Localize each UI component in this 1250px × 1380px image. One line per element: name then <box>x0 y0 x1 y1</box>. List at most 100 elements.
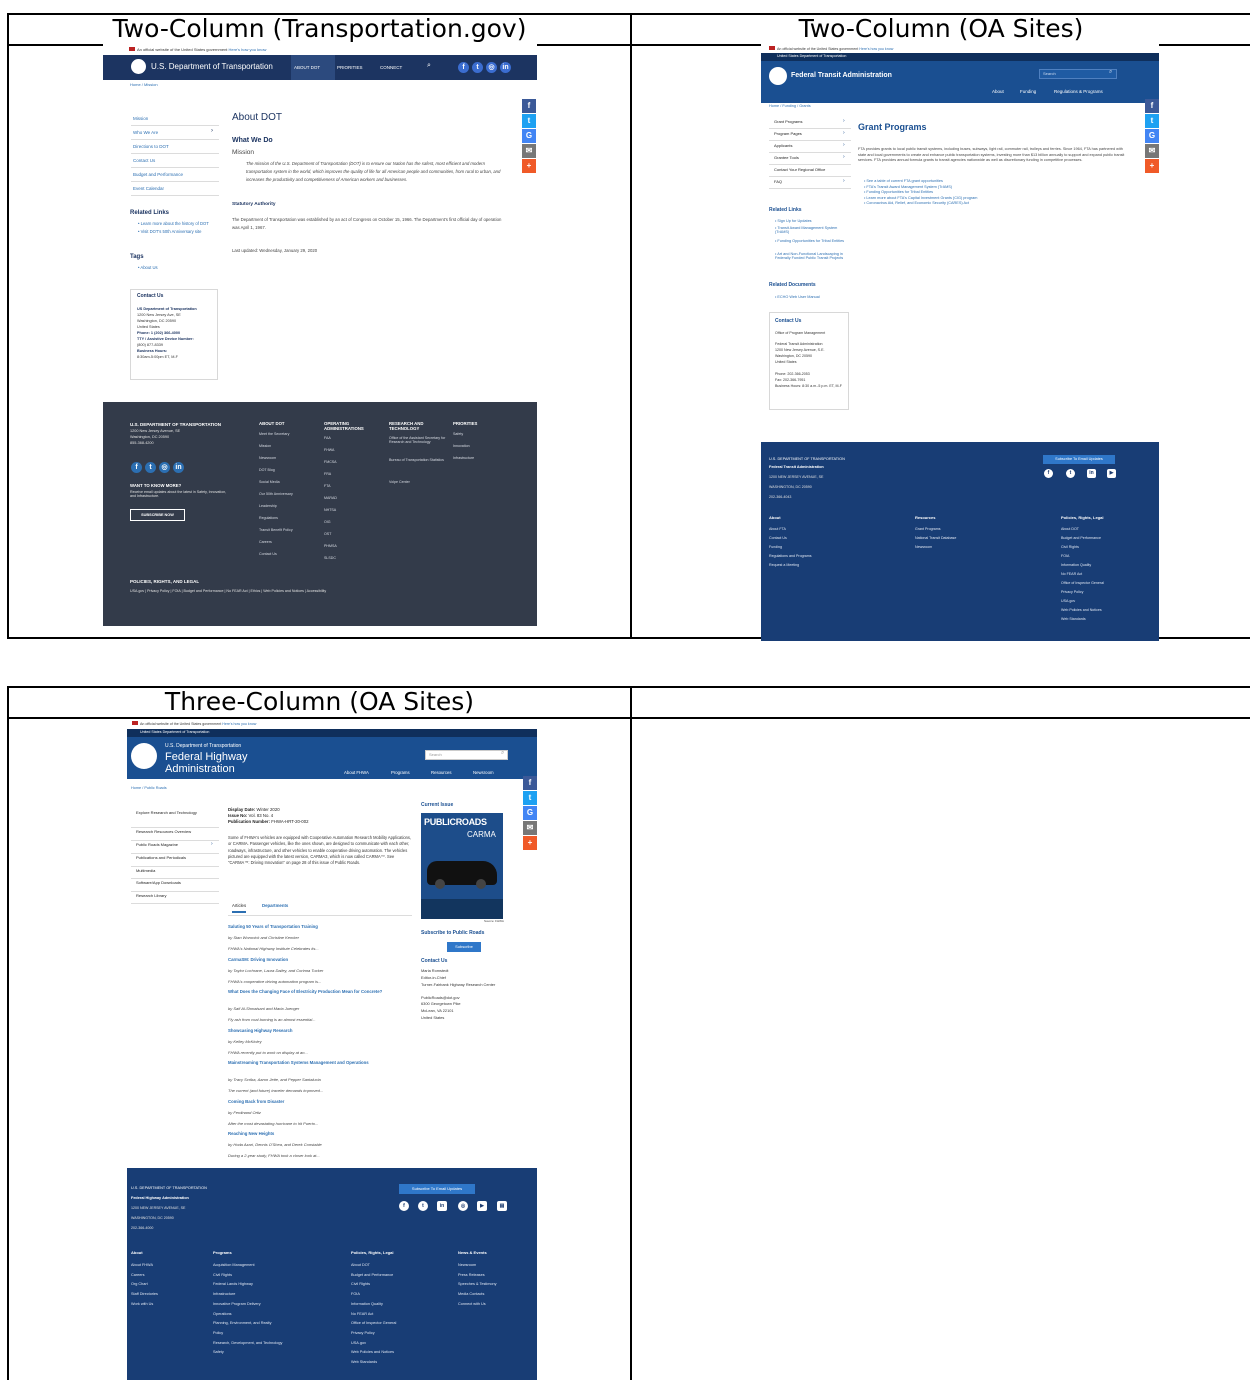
google-share-icon[interactable]: G <box>523 806 537 820</box>
footer-twitter-icon[interactable]: t <box>418 1201 428 1211</box>
subscribe-email-button[interactable]: Subscribe To Email Updates <box>399 1184 475 1194</box>
sidenav-budget[interactable]: Budget and Performance <box>133 172 183 177</box>
footer-linkedin-icon[interactable]: in <box>1087 469 1096 478</box>
article-title-link[interactable]: What Does the Changing Face of Electrici… <box>228 989 398 995</box>
bullet-link[interactable]: • FTA's Transit Award Management System … <box>864 185 952 189</box>
breadcrumb-mission[interactable]: Mission <box>144 82 158 87</box>
subscribe-button[interactable]: Subscribe <box>447 942 481 952</box>
footer-link[interactable]: FHWA <box>324 448 382 452</box>
related-link-history[interactable]: • Learn more about the history of DOT <box>138 221 209 227</box>
footer-linkedin-icon[interactable]: in <box>173 462 184 473</box>
footer-link[interactable]: Org Chart <box>131 1282 148 1286</box>
footer-link[interactable]: Operations <box>213 1312 232 1316</box>
sidenav-item[interactable]: Program Pages <box>774 131 802 137</box>
nav-about-fhwa[interactable]: About FHWA <box>344 770 369 776</box>
footer-link[interactable]: OST <box>324 532 382 536</box>
footer-link[interactable]: FAA <box>324 436 382 440</box>
search-icon[interactable]: ⌕ <box>427 62 431 70</box>
footer-link[interactable]: FTA <box>324 484 382 488</box>
linkedin-icon[interactable]: in <box>500 62 511 73</box>
breadcrumb-grants[interactable]: Grants <box>799 104 810 108</box>
subscribe-email-button[interactable]: Subscribe To Email Updates <box>1043 455 1115 464</box>
footer-link[interactable]: Staff Directories <box>131 1292 158 1296</box>
related-link-trams[interactable]: • Transit Award Management System (TrAMS… <box>775 226 850 235</box>
fta-logo-icon[interactable] <box>769 67 787 85</box>
sidenav-item[interactable]: Research Resources Overview <box>136 829 200 835</box>
gov-banner-link[interactable]: Here's how you know <box>859 47 893 51</box>
breadcrumb-home[interactable]: Home <box>131 786 141 790</box>
article-title-link[interactable]: Saluting 50 Years of Transportation Trai… <box>228 924 418 930</box>
footer-link[interactable]: Grant Programs <box>915 527 941 531</box>
footer-link[interactable]: Speeches & Testimony <box>458 1282 497 1286</box>
footer-link[interactable]: Budget and Performance <box>1061 536 1101 540</box>
footer-link[interactable]: Leadership <box>259 504 317 508</box>
footer-link[interactable]: USA.gov <box>1061 599 1075 603</box>
sidenav-item[interactable]: Explore Research and Technology <box>136 810 200 816</box>
footer-link[interactable]: Careers <box>131 1273 145 1277</box>
bullet-link[interactable]: • Learn more about FTA's Capital Investm… <box>864 196 977 200</box>
email-share-icon[interactable]: ✉ <box>523 821 537 835</box>
nav-resources[interactable]: Resources <box>431 770 452 776</box>
nav-about[interactable]: About <box>992 89 1004 94</box>
related-doc-echo[interactable]: • ECHO Web User Manual <box>775 295 820 299</box>
sidenav-item[interactable]: Grant Programs <box>774 119 802 125</box>
breadcrumb-home[interactable]: Home <box>769 104 779 108</box>
footer-link[interactable]: Meet the Secretary <box>259 432 317 436</box>
facebook-share-icon[interactable]: f <box>523 776 537 790</box>
footer-link[interactable]: Work with Us <box>131 1302 153 1306</box>
google-share-icon[interactable]: G <box>522 129 536 143</box>
nav-connect[interactable]: CONNECT <box>380 65 402 70</box>
footer-link[interactable]: Federal Lands Highway <box>213 1282 253 1286</box>
footer-link[interactable]: Acquisition Management <box>213 1263 255 1267</box>
sidenav-item[interactable]: Applicants <box>774 143 792 149</box>
footer-link[interactable]: DOT Blog <box>259 468 317 472</box>
footer-link[interactable]: OIG <box>324 520 382 524</box>
footer-link[interactable]: Funding <box>769 545 782 549</box>
tab-articles[interactable]: Articles <box>232 903 247 913</box>
footer-link[interactable]: Bureau of Transportation Statistics <box>389 458 447 462</box>
footer-link[interactable]: FMCSA <box>324 460 382 464</box>
twitter-share-icon[interactable]: t <box>1145 114 1159 128</box>
footer-link[interactable]: National Transit Database <box>915 536 956 540</box>
footer-youtube-icon[interactable]: ▶ <box>477 1201 487 1211</box>
instagram-icon[interactable]: ◎ <box>486 62 497 73</box>
sidenav-item[interactable]: Public Roads Magazine <box>136 842 200 848</box>
article-title-link[interactable]: Coming Back from Disaster <box>228 1099 418 1105</box>
footer-link[interactable]: Press Releases <box>458 1273 485 1277</box>
breadcrumb-public-roads[interactable]: Public Roads <box>144 786 166 790</box>
footer-instagram-icon[interactable]: ◎ <box>458 1201 468 1211</box>
sidenav-item[interactable]: Publications and Periodicals <box>136 855 200 861</box>
footer-subscribe-button[interactable]: SUBSCRIBE NOW <box>130 509 185 521</box>
article-title-link[interactable]: Showcasing Highway Research <box>228 1028 418 1034</box>
sidenav-item[interactable]: Grantee Tools <box>774 155 799 161</box>
footer-youtube-icon[interactable]: ▶ <box>1107 469 1116 478</box>
nav-priorities[interactable]: PRIORITIES <box>337 65 363 70</box>
footer-link[interactable]: Our 50th Anniversary <box>259 492 317 496</box>
fhwa-logo-icon[interactable] <box>131 743 157 769</box>
footer-link[interactable]: Civil Rights <box>1061 545 1079 549</box>
footer-link[interactable]: Regulations <box>259 516 317 520</box>
more-share-icon[interactable]: + <box>522 159 536 173</box>
footer-link[interactable]: Connect with Us <box>458 1302 486 1306</box>
footer-link[interactable]: Newsroom <box>259 456 317 460</box>
footer-link[interactable]: Web Policies and Notices <box>1061 608 1102 612</box>
bullet-link[interactable]: • Coronavirus Aid, Relief, and Economic … <box>864 201 969 205</box>
footer-link[interactable]: Contact Us <box>259 552 317 556</box>
footer-link[interactable]: Information Quality <box>1061 563 1091 567</box>
footer-link[interactable]: Transit Benefit Policy <box>259 528 317 532</box>
search-icon[interactable]: ⌕ <box>1109 69 1112 76</box>
footer-link[interactable]: Web Standards <box>1061 617 1086 621</box>
search-input[interactable]: Search <box>425 750 508 760</box>
search-icon[interactable]: ⌕ <box>501 750 504 757</box>
sidenav-item[interactable]: Multimedia <box>136 868 200 874</box>
footer-link[interactable]: Privacy Policy <box>1061 590 1083 594</box>
article-title-link[interactable]: CarmaSM: Driving Innovation <box>228 957 418 963</box>
sidenav-item[interactable]: Contact Your Regional Office <box>774 167 825 173</box>
footer-link[interactable]: Research, Development, and Technology <box>213 1341 282 1345</box>
footer-link[interactable]: USA.gov <box>351 1341 366 1345</box>
footer-link[interactable]: Safety <box>213 1350 224 1354</box>
footer-link[interactable]: FOIA <box>1061 554 1069 558</box>
footer-instagram-icon[interactable]: ◎ <box>159 462 170 473</box>
nav-funding[interactable]: Funding <box>1020 89 1036 94</box>
footer-link[interactable]: Office of the Assistant Secretary for Re… <box>389 436 447 444</box>
